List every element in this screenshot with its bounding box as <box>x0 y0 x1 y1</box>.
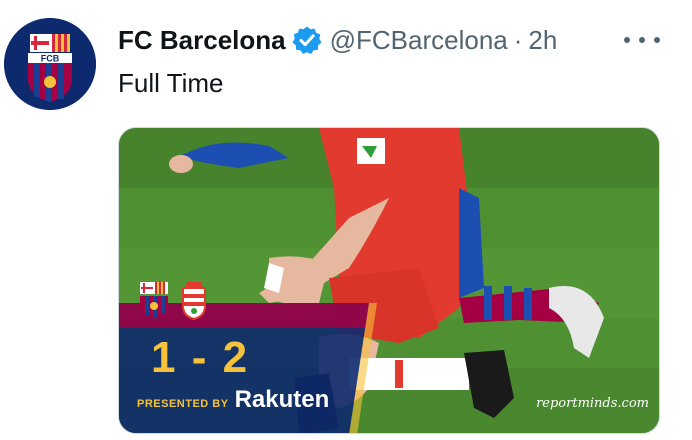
tweet-header: FC Barcelona @FCBarcelona · 2h <box>118 22 557 58</box>
author-name[interactable]: FC Barcelona <box>118 25 286 56</box>
separator-dot: · <box>513 24 523 55</box>
match-score: 1 - 2 <box>151 333 250 382</box>
dot-icon <box>654 37 660 43</box>
sponsor-logo: Rakuten <box>234 386 330 413</box>
granada-crest-icon <box>182 282 206 320</box>
more-horizontal-icon[interactable] <box>624 30 660 50</box>
tweet-media-image[interactable]: 1 - 2 PRESENTED BY Rakuten reportminds.c… <box>118 127 660 434</box>
dot-icon <box>624 37 630 43</box>
fc-barcelona-crest-icon <box>140 282 168 317</box>
team-crests <box>137 280 207 320</box>
sponsor-banner: PRESENTED BY Rakuten <box>137 386 329 414</box>
verified-badge-icon <box>292 25 322 55</box>
author-handle[interactable]: @FCBarcelona <box>330 25 508 56</box>
svg-text:FCB: FCB <box>41 54 60 64</box>
fc-barcelona-crest-icon: FCB <box>4 18 96 110</box>
tweet-timestamp[interactable]: 2h <box>528 25 557 56</box>
dot-icon <box>639 37 645 43</box>
player-hand <box>169 155 193 173</box>
profile-avatar[interactable]: FCB <box>4 18 96 110</box>
tweet-text: Full Time <box>118 68 224 98</box>
watermark-text: reportminds.com <box>536 396 649 411</box>
presented-by-label: PRESENTED BY <box>137 398 229 410</box>
